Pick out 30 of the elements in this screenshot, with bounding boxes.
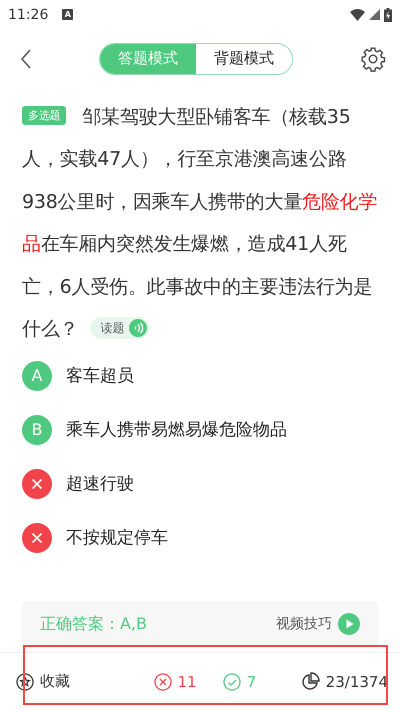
settings-button[interactable] — [360, 46, 386, 72]
check-icon — [222, 672, 241, 690]
answer-option[interactable]: 超速行驶 — [22, 468, 378, 498]
wifi-icon — [350, 8, 365, 21]
answer-option[interactable]: 不按规定停车 — [22, 522, 378, 552]
read-question-button[interactable]: 读题 — [90, 317, 150, 340]
answer-option[interactable]: B 乘车人携带易燃易爆危险物品 — [22, 414, 378, 444]
notification-icon: A — [62, 9, 74, 20]
option-letter: B — [22, 414, 52, 444]
speaker-icon — [129, 319, 148, 338]
status-time: 11:26 — [8, 6, 48, 23]
signal-icon — [369, 9, 380, 20]
play-icon — [338, 613, 360, 636]
option-letter: A — [22, 360, 52, 390]
correct-answer: 正确答案：A,B — [40, 614, 148, 635]
pie-chart-icon — [300, 672, 320, 692]
back-button[interactable] — [20, 48, 32, 69]
question-type-tag: 多选题 — [22, 106, 66, 124]
question-text: 多选题 邹某驾驶大型卧铺客车（核载35人，实载47人），行至京港澳高速公路938公里时，因乘车人携带的大量危险化学品在车厢内突然发生爆燃，造成41人死亡，6人受伤。此事故中的主要违法行为是什么？ 读题 — [21, 104, 378, 342]
answer-option[interactable]: A 客车超员 — [22, 360, 378, 390]
option-text: 超速行驶 — [66, 473, 134, 495]
option-text: 乘车人携带易燃易爆危险物品 — [66, 419, 287, 441]
favorite-button[interactable]: 收藏 — [16, 672, 70, 691]
battery-icon — [384, 8, 392, 22]
progress-button[interactable]: 23/1374 — [300, 672, 388, 692]
option-text: 客车超员 — [66, 365, 134, 387]
wrong-count[interactable]: 11 — [154, 672, 197, 690]
cross-icon — [154, 672, 172, 690]
video-tips-button[interactable]: 视频技巧 — [276, 613, 360, 636]
option-text: 不按规定停车 — [66, 527, 168, 549]
